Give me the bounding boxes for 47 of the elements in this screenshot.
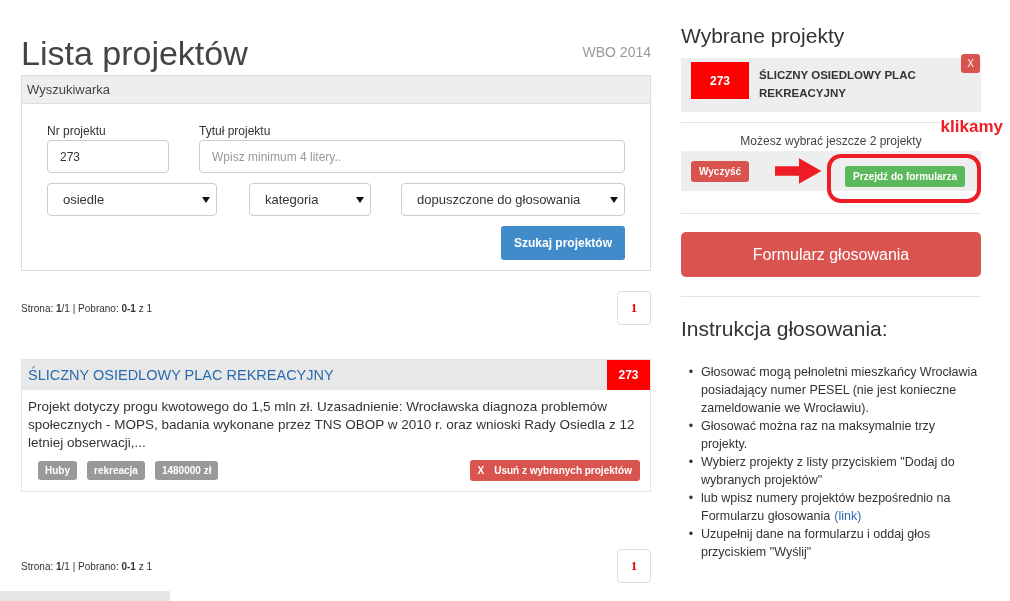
- filter-dropdown[interactable]: kategoria: [249, 183, 371, 216]
- page-button[interactable]: 1: [617, 291, 651, 325]
- pagination-info: Strona: 1/1 | Pobrano: 0-1 z 1: [21, 302, 153, 314]
- field-label: Tytuł projektu: [199, 124, 272, 138]
- link[interactable]: (link): [834, 509, 862, 523]
- tag-label: rekreacja: [87, 461, 145, 480]
- pagination-info: Strona: 1/1 | Pobrano: 0-1 z 1: [21, 560, 153, 572]
- remaining-text: Możesz wybrać jeszcze 2 projekty: [740, 134, 922, 148]
- instruction-text: Głosować mogą pełnoletni mieszkańcy Wrocławia posiadający numer PESEL (nie jest konieczne zameldowanie we Wrocławiu).: [701, 364, 979, 417]
- tag-label: Huby: [38, 461, 77, 480]
- instruction-text: Głosować można raz na maksymalnie trzy projekty.: [701, 418, 937, 453]
- filter-dropdown[interactable]: osiedle: [47, 183, 217, 216]
- field-label: Nr projektu: [47, 124, 107, 138]
- instruction-text: lub wpisz numery projektów bezpośrednio na Formularzu głosowania (link): [701, 490, 952, 525]
- annotation-text: klikamy: [940, 117, 1003, 137]
- instruction-text: Uzupełnij dane na formularzu i oddaj głos przyciskiem "Wyślij": [701, 526, 932, 561]
- project-number-badge: 273: [607, 360, 650, 390]
- bullet-marker: •: [687, 454, 695, 471]
- page-title: Lista projektów: [21, 36, 248, 70]
- bullet-marker: •: [687, 490, 695, 507]
- caret-icon: [356, 196, 364, 203]
- tag-label: 1480000 zł: [154, 461, 219, 480]
- form-button[interactable]: Przejdź do formularza: [845, 165, 965, 187]
- search-button[interactable]: Szukaj projektów: [500, 226, 625, 260]
- filter-dropdown[interactable]: dopuszczone do głosowania: [401, 183, 625, 216]
- page-button[interactable]: 1: [617, 549, 651, 583]
- project-number-field[interactable]: 273: [47, 140, 169, 173]
- bullet-marker: •: [687, 418, 695, 435]
- remove-button[interactable]: X Usuń z wybranych projektów: [469, 460, 640, 481]
- arrow-annotation-icon: [775, 155, 824, 187]
- project-description: Projekt dotyczy progu kwotowego do 1,5 mln zł. Uzasadnienie: Wrocławska diagnoza problemów społecznych - MOPS, badania wykonane przez TNS OBOP w 2010 r. oraz wnioski Rady Osiedla z 12 letniej obserwacji,...: [28, 398, 636, 452]
- section-title: Wybrane projekty: [681, 24, 846, 48]
- bullet-marker: •: [687, 364, 695, 381]
- project-title-link[interactable]: ŚLICZNY OSIEDLOWY PLAC REKREACYJNY: [22, 367, 334, 383]
- close-button[interactable]: X: [961, 54, 980, 73]
- project-number-badge: 273: [691, 62, 749, 99]
- edition-label: WBO 2014: [582, 44, 651, 60]
- instruction-text: Wybierz projekty z listy przyciskiem "Dodaj do wybranych projektów": [701, 454, 956, 489]
- caret-icon: [610, 196, 618, 203]
- selected-project-title: ŚLICZNY OSIEDLOWY PLAC REKREACYJNY: [759, 68, 917, 101]
- voting-form-button[interactable]: Formularz głosowania: [681, 232, 981, 277]
- project-title-field[interactable]: Wpisz minimum 4 litery..: [199, 140, 625, 173]
- bullet-marker: •: [687, 526, 695, 543]
- clear-button[interactable]: Wyczyść: [691, 160, 750, 182]
- panel-title: Wyszukiwarka: [22, 76, 650, 104]
- section-title: Instrukcja głosowania:: [681, 317, 889, 341]
- caret-icon: [202, 196, 210, 203]
